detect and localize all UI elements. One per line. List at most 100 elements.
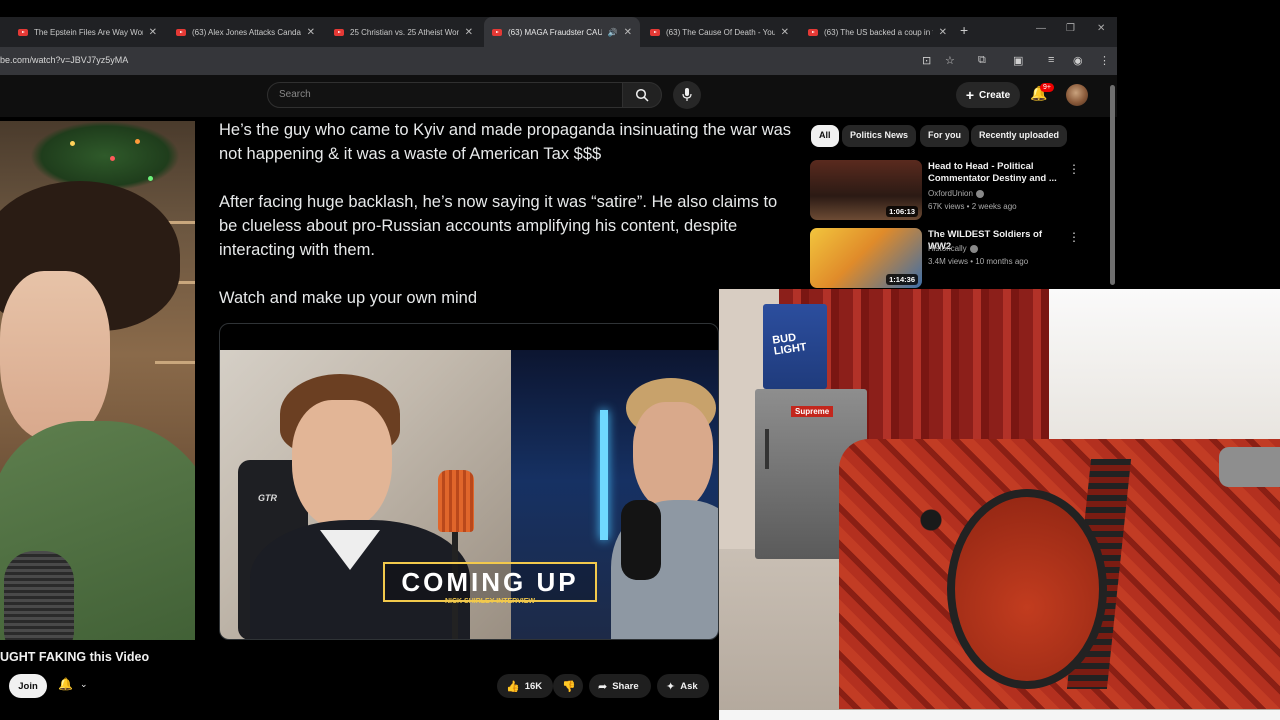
recommendation-title[interactable]: Head to Head - Political Commentator Des… xyxy=(928,161,1062,185)
youtube-header: Search + Create 🔔 9+ xyxy=(0,75,1117,117)
tab-close-icon[interactable]: ✕ xyxy=(149,27,157,38)
poster-text: BUD LIGHT xyxy=(771,331,808,358)
close-window-icon[interactable]: ✕ xyxy=(1097,23,1105,34)
embedded-video[interactable]: GTR COMING UP NICK SHIRLEY INTERVIEW xyxy=(219,323,719,640)
extensions-icon[interactable]: ⧉ xyxy=(978,54,986,67)
tab-close-icon[interactable]: ✕ xyxy=(939,27,947,38)
thumbs-up-icon: 👍 xyxy=(506,680,520,693)
more-options-icon[interactable]: ⋮ xyxy=(1068,162,1080,176)
recommendation-thumbnail[interactable]: 1:06:13 xyxy=(810,160,922,220)
fridge-handle xyxy=(765,429,769,469)
create-button[interactable]: + Create xyxy=(956,82,1020,108)
recommendation-channel[interactable]: Historically xyxy=(928,244,978,253)
share-arrow-icon: ➦ xyxy=(598,680,608,693)
streamer-webcam xyxy=(0,121,195,640)
tab-close-icon[interactable]: ✕ xyxy=(465,27,473,38)
thumbs-down-icon: 👎 xyxy=(562,680,576,693)
plus-icon: + xyxy=(965,87,975,103)
notification-badge: 9+ xyxy=(1040,83,1054,92)
browser-tab[interactable]: 25 Christian vs. 25 Atheist Women ✕ xyxy=(326,17,481,47)
verified-badge-icon xyxy=(969,244,978,253)
tab-title: The Epstein Files Are Way Worse xyxy=(34,27,143,37)
youtube-favicon-icon xyxy=(650,28,660,36)
sparkle-icon: ✦ xyxy=(666,680,676,693)
round-chair xyxy=(947,489,1107,689)
like-button[interactable]: 👍 16K xyxy=(497,674,553,698)
profile-icon[interactable]: ◉ xyxy=(1073,54,1083,67)
tab-title: (63) The Cause Of Death - YouTube xyxy=(666,27,775,37)
chip-recently-uploaded[interactable]: Recently uploaded xyxy=(971,125,1068,147)
microphone-icon xyxy=(682,88,692,101)
tweet-paragraph: He’s the guy who came to Kyiv and made p… xyxy=(219,121,792,163)
tab-close-icon[interactable]: ✕ xyxy=(781,27,789,38)
speaker-icon[interactable]: 🔊 xyxy=(608,28,618,37)
channel-name[interactable]: OxfordUnion xyxy=(928,189,973,198)
bud-light-poster: BUD LIGHT xyxy=(763,304,827,389)
supreme-sticker: Supreme xyxy=(791,406,834,417)
chevron-down-icon[interactable]: ⌄ xyxy=(80,679,88,690)
recommendation-channel[interactable]: OxfordUnion xyxy=(928,189,984,198)
browser-tab[interactable]: The Epstein Files Are Way Worse ✕ xyxy=(10,17,165,47)
minimize-icon[interactable]: — xyxy=(1036,23,1046,34)
tab-close-icon[interactable]: ✕ xyxy=(624,27,632,38)
chip-all[interactable]: All xyxy=(811,125,839,147)
shelf xyxy=(155,361,195,364)
chip-for-you[interactable]: For you xyxy=(920,125,969,147)
tree-light xyxy=(148,176,153,181)
more-options-icon[interactable]: ⋮ xyxy=(1068,230,1080,244)
tab-title: (63) The US backed a coup in the xyxy=(824,27,933,37)
chip-politics-news[interactable]: Politics News xyxy=(842,125,917,147)
tab-title: 25 Christian vs. 25 Atheist Women xyxy=(350,27,459,37)
tab-title: (63) MAGA Fraudster CAUGHT xyxy=(508,27,602,37)
recommendation-thumbnail[interactable]: 1:14:36 xyxy=(810,228,922,288)
search-button[interactable] xyxy=(622,82,662,108)
recommendation-meta: 67K views • 2 weeks ago xyxy=(928,202,1017,211)
verified-badge-icon xyxy=(975,189,984,198)
video-duration: 1:14:36 xyxy=(886,274,918,285)
browser-menu-icon[interactable]: ⋮ xyxy=(1099,54,1110,67)
url-text[interactable]: be.com/watch?v=JBVJ7yz5yMA xyxy=(0,55,128,65)
create-label: Create xyxy=(979,89,1011,101)
christmas-tree xyxy=(30,121,180,191)
browser-tab-active[interactable]: (63) MAGA Fraudster CAUGHT 🔊 ✕ xyxy=(484,17,640,47)
browser-tab[interactable]: (63) The Cause Of Death - YouTube ✕ xyxy=(642,17,797,47)
tweet-paragraph: After facing huge backlash, he’s now say… xyxy=(219,193,778,259)
restore-icon[interactable]: ❐ xyxy=(1066,23,1075,34)
ask-label: Ask xyxy=(680,680,698,692)
coming-up-subtitle: NICK SHIRLEY INTERVIEW xyxy=(445,598,535,605)
tree-light xyxy=(135,139,140,144)
dislike-button[interactable]: 👎 xyxy=(553,674,583,698)
search-input[interactable]: Search xyxy=(267,82,623,108)
tab-close-icon[interactable]: ✕ xyxy=(307,27,315,38)
account-avatar[interactable] xyxy=(1066,84,1088,106)
page-scrollbar[interactable] xyxy=(1110,85,1115,285)
tree-light xyxy=(110,156,115,161)
recommendation-meta: 3.4M views • 10 months ago xyxy=(928,257,1029,266)
browser-tab[interactable]: (63) Alex Jones Attacks Candace ✕ xyxy=(168,17,323,47)
install-app-icon[interactable]: ⊡ xyxy=(922,54,931,67)
neon-light xyxy=(600,410,608,540)
studio-microphone xyxy=(621,500,661,580)
share-button[interactable]: ➦ Share xyxy=(589,674,651,698)
search-icon xyxy=(635,88,649,102)
ask-button[interactable]: ✦ Ask xyxy=(657,674,709,698)
youtube-favicon-icon xyxy=(176,28,186,36)
video-title: UGHT FAKING this Video xyxy=(0,650,150,664)
split-view-icon[interactable]: ▣ xyxy=(1013,54,1023,67)
tab-title: (63) Alex Jones Attacks Candace xyxy=(192,27,301,37)
browser-tab[interactable]: (63) The US backed a coup in the ✕ xyxy=(800,17,955,47)
bookmark-star-icon[interactable]: ☆ xyxy=(945,54,955,67)
join-button[interactable]: Join xyxy=(9,674,47,698)
person-face xyxy=(292,400,392,530)
new-tab-button[interactable]: + xyxy=(960,22,968,38)
coming-up-overlay: COMING UP xyxy=(383,562,597,602)
youtube-favicon-icon xyxy=(18,28,28,36)
subscribe-bell-icon[interactable]: 🔔 xyxy=(58,677,73,691)
channel-name[interactable]: Historically xyxy=(928,244,967,253)
voice-search-button[interactable] xyxy=(673,81,701,109)
youtube-favicon-icon xyxy=(334,28,344,36)
streamer-face xyxy=(0,271,110,441)
tree-light xyxy=(70,141,75,146)
media-controls-icon[interactable]: ≡ xyxy=(1048,54,1054,66)
youtube-favicon-icon xyxy=(808,28,818,36)
